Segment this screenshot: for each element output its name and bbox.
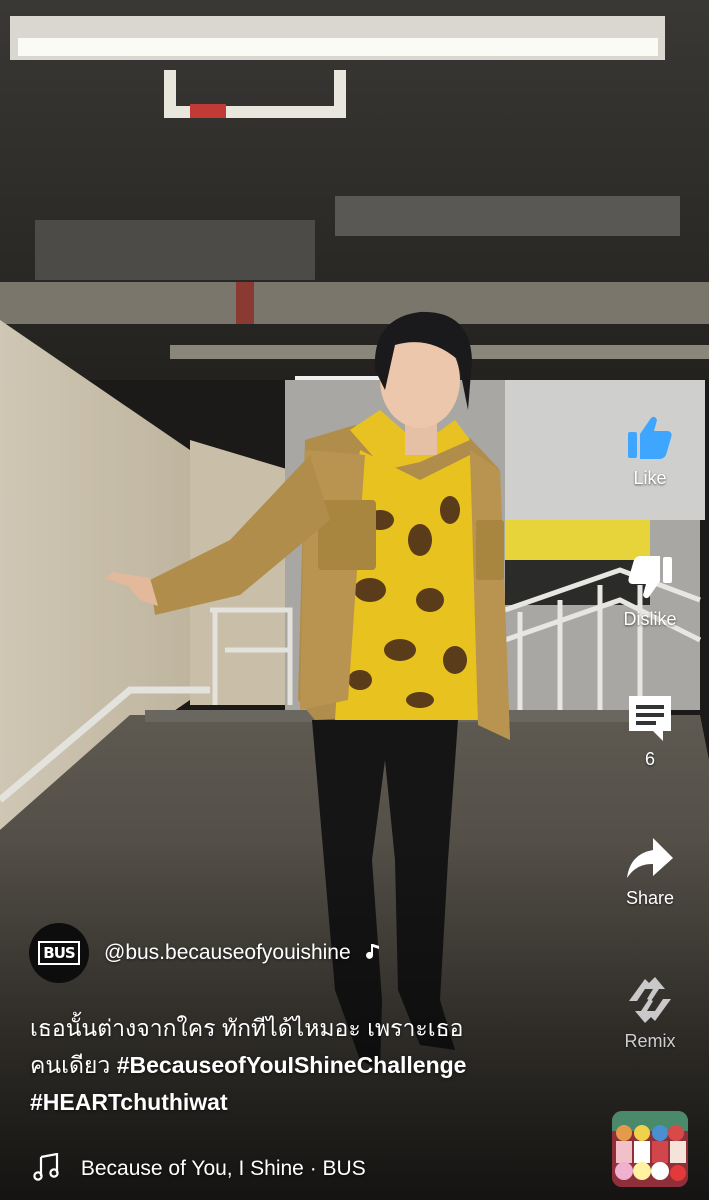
caption-line-2: คนเดียว #BecauseofYouIShineChallenge bbox=[30, 1047, 590, 1084]
comments-count: 6 bbox=[644, 749, 655, 769]
like-button[interactable]: Like bbox=[600, 412, 700, 489]
channel-avatar[interactable]: BUS bbox=[29, 923, 89, 983]
hashtag-link[interactable]: #BecauseofYouIShineChallenge bbox=[117, 1052, 467, 1078]
thumbs-down-icon bbox=[628, 556, 672, 599]
avatar-logo-text: BUS bbox=[38, 941, 80, 965]
remix-icon bbox=[629, 977, 671, 1023]
dislike-label: Dislike bbox=[623, 609, 677, 629]
sound-thumbnail[interactable] bbox=[612, 1111, 688, 1187]
hashtag-link[interactable]: #HEARTchuthiwat bbox=[30, 1089, 228, 1115]
remix-button[interactable]: Remix bbox=[600, 975, 700, 1052]
share-arrow-icon bbox=[627, 838, 673, 878]
music-row[interactable]: Because of You, I Shine · BUS bbox=[33, 1152, 366, 1181]
like-label: Like bbox=[633, 468, 667, 488]
share-label: Share bbox=[625, 888, 675, 908]
thumbs-up-icon bbox=[628, 416, 672, 459]
video-caption: เธอนั้นต่างจากใคร ทักทีได้ไหมอะ เพราะเธอ… bbox=[30, 1010, 590, 1121]
comment-icon bbox=[629, 696, 671, 741]
music-track-name: Because of You, I Shine · BUS bbox=[80, 1157, 366, 1180]
dislike-button[interactable]: Dislike bbox=[600, 553, 700, 630]
channel-handle-text: @bus.becauseofyouishine bbox=[104, 941, 351, 964]
comments-button[interactable]: 6 bbox=[600, 693, 700, 770]
channel-handle[interactable]: @bus.becauseofyouishine bbox=[104, 941, 381, 965]
music-icon bbox=[33, 1152, 59, 1181]
music-note-icon bbox=[365, 944, 379, 959]
share-button[interactable]: Share bbox=[600, 836, 700, 909]
caption-line-3: #HEARTchuthiwat bbox=[30, 1084, 590, 1121]
caption-line-1: เธอนั้นต่างจากใคร ทักทีได้ไหมอะ เพราะเธอ bbox=[30, 1015, 464, 1041]
remix-label: Remix bbox=[624, 1031, 676, 1051]
caption-text: คนเดียว bbox=[30, 1052, 117, 1078]
album-art-image bbox=[612, 1111, 688, 1187]
